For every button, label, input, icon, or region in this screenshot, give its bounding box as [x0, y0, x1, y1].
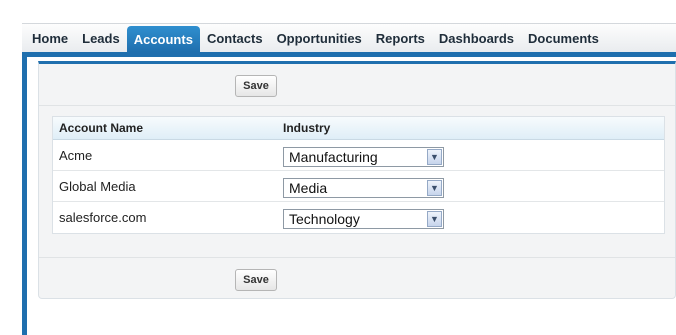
- accounts-table: Account Name Industry Acme Manufacturing…: [52, 116, 665, 234]
- save-button-top[interactable]: Save: [235, 75, 277, 97]
- industry-select-value: Manufacturing: [289, 148, 378, 165]
- table-row: Acme Manufacturing ▼: [53, 140, 664, 171]
- industry-select-value: Technology: [289, 211, 360, 227]
- chevron-down-icon[interactable]: ▼: [427, 148, 442, 165]
- industry-cell: Manufacturing ▼: [281, 140, 664, 170]
- account-name-cell: salesforce.com: [59, 210, 147, 225]
- table-header: Account Name Industry: [53, 117, 664, 140]
- tab-accounts[interactable]: Accounts: [126, 26, 200, 52]
- tab-documents[interactable]: Documents: [521, 24, 606, 52]
- divider: [39, 257, 675, 258]
- tab-dashboards[interactable]: Dashboards: [432, 24, 521, 52]
- industry-select-value: Media: [289, 179, 328, 196]
- divider: [39, 105, 675, 106]
- save-button-bottom[interactable]: Save: [235, 269, 277, 291]
- tab-underline: [22, 52, 676, 57]
- industry-select[interactable]: Media ▼: [283, 177, 444, 198]
- column-header-account-name: Account Name: [59, 121, 144, 135]
- account-name-cell: Acme: [59, 147, 93, 163]
- industry-select[interactable]: Manufacturing ▼: [283, 146, 444, 167]
- table-row: Global Media Media ▼: [53, 171, 664, 202]
- industry-cell: Technology ▼: [281, 202, 664, 233]
- chevron-down-icon[interactable]: ▼: [427, 179, 442, 196]
- tab-bar: Home Leads Accounts Contacts Opportuniti…: [22, 23, 676, 52]
- table-row: salesforce.com Technology ▼: [53, 202, 664, 233]
- edit-panel: Save Account Name Industry Acme Manufact…: [38, 61, 676, 299]
- tab-reports[interactable]: Reports: [369, 24, 432, 52]
- chevron-down-icon[interactable]: ▼: [427, 211, 442, 227]
- tab-home[interactable]: Home: [22, 24, 75, 52]
- industry-select[interactable]: Technology ▼: [283, 209, 444, 229]
- account-name-cell: Global Media: [59, 178, 136, 194]
- column-header-industry: Industry: [283, 121, 331, 135]
- tab-opportunities[interactable]: Opportunities: [270, 24, 369, 52]
- page-left-border: [22, 52, 27, 335]
- tab-contacts[interactable]: Contacts: [200, 24, 270, 52]
- industry-cell: Media ▼: [281, 171, 664, 201]
- tab-leads[interactable]: Leads: [75, 24, 127, 52]
